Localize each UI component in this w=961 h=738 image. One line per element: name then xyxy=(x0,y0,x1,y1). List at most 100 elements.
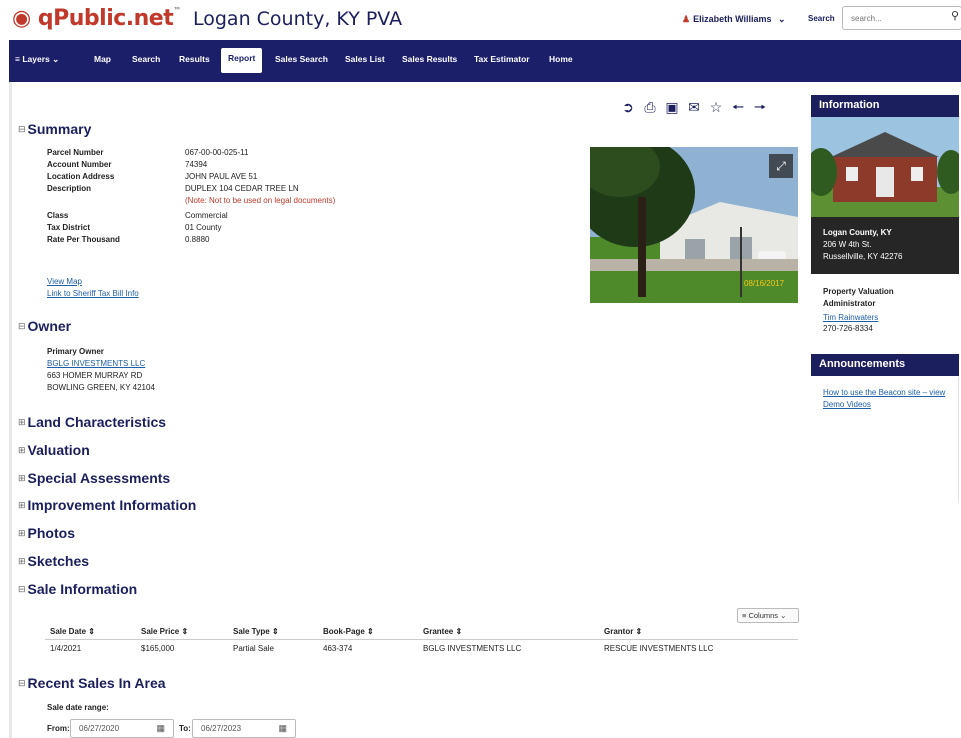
owner-address-line2: BOWLING GREEN, KY 42104 xyxy=(47,383,155,392)
calendar-icon[interactable]: ▦ xyxy=(156,723,165,734)
nav-sales-search[interactable]: Sales Search xyxy=(275,54,328,64)
field-label: Tax District xyxy=(47,223,90,232)
section-recent-sales[interactable]: ⊟ Recent Sales In Area xyxy=(18,675,166,691)
left-scroll-gutter xyxy=(9,82,12,738)
view-map-link[interactable]: View Map xyxy=(47,277,82,286)
sale-date-range-label: Sale date range: xyxy=(47,703,109,712)
parcel-number: 067-00-00-025-11 xyxy=(185,148,249,157)
contact-link[interactable]: Tim Rainwaters xyxy=(823,312,878,323)
office-city: Russellville, KY 42276 xyxy=(823,252,903,261)
col-header-grantee[interactable]: Grantee ⇕ xyxy=(423,627,462,636)
expand-section-icon: ⊞ xyxy=(18,500,26,510)
collapse-icon: ⊟ xyxy=(18,584,26,594)
field-label: Location Address xyxy=(47,172,115,181)
share-icon[interactable]: ➲ xyxy=(620,99,642,116)
email-icon[interactable]: ✉ xyxy=(686,99,708,116)
section-title: Valuation xyxy=(27,442,90,458)
col-header-sale-price[interactable]: Sale Price ⇕ xyxy=(141,627,188,636)
section-title: Photos xyxy=(27,525,75,541)
section-valuation[interactable]: ⊞ Valuation xyxy=(18,442,90,458)
expand-section-icon: ⊞ xyxy=(18,473,26,483)
sheriff-tax-link[interactable]: Link to Sheriff Tax Bill Info xyxy=(47,289,139,298)
star-icon[interactable]: ☆ xyxy=(708,99,730,116)
expand-icon[interactable]: ⤢ xyxy=(769,154,793,178)
owner-address-line1: 663 HOMER MURRAY RD xyxy=(47,371,143,380)
section-title: Special Assessments xyxy=(27,470,171,486)
nav-sales-results[interactable]: Sales Results xyxy=(402,54,457,64)
grantor: RESCUE INVESTMENTS LLC xyxy=(604,644,714,653)
print-icon[interactable]: ⎙ xyxy=(642,99,664,116)
office-address: Logan County, KY 206 W 4th St. Russellvi… xyxy=(811,217,959,274)
account-number: 74394 xyxy=(185,160,208,169)
office-county: Logan County, KY xyxy=(823,228,892,237)
section-title: Owner xyxy=(27,318,72,334)
section-sale-information[interactable]: ⊟ Sale Information xyxy=(18,581,137,597)
qpublic-logo[interactable]: ◉ qPublic.net™ xyxy=(12,6,181,31)
logo-text: qPublic.net xyxy=(37,6,174,31)
calendar-icon[interactable]: ▦ xyxy=(278,723,287,734)
section-title: Sale Information xyxy=(27,581,138,597)
user-menu[interactable]: ♟ Elizabeth Williams ⌄ xyxy=(682,14,786,25)
section-photos[interactable]: ⊞ Photos xyxy=(18,525,75,541)
header-search-label: Search xyxy=(808,14,835,23)
beacon-help-link[interactable]: How to use the Beacon site – view xyxy=(823,387,945,398)
section-title: Improvement Information xyxy=(27,497,197,513)
col-header-book-page[interactable]: Book-Page ⇕ xyxy=(323,627,374,636)
col-header-sale-date[interactable]: Sale Date ⇕ xyxy=(50,627,95,636)
from-date-input[interactable]: 06/27/2020 ▦ xyxy=(70,719,174,738)
collapse-icon: ⊟ xyxy=(18,321,26,331)
nav-search[interactable]: Search xyxy=(132,54,160,64)
sale-price: $165,000 xyxy=(141,644,175,653)
section-owner[interactable]: ⊟ Owner xyxy=(18,318,71,334)
section-summary[interactable]: ⊟ Summary xyxy=(18,121,91,137)
section-title: Land Characteristics xyxy=(27,414,167,430)
table-divider xyxy=(45,639,798,640)
to-date-value: 06/27/2023 xyxy=(201,724,242,733)
nav-tax-estimator[interactable]: Tax Estimator xyxy=(474,54,530,64)
nav-report[interactable]: Report xyxy=(221,48,263,73)
owner-name-link[interactable]: BGLG INVESTMENTS LLC xyxy=(47,359,145,368)
demo-videos-link[interactable]: Demo Videos xyxy=(823,399,871,410)
section-title: Summary xyxy=(27,121,92,137)
section-land-characteristics[interactable]: ⊞ Land Characteristics xyxy=(18,414,166,430)
section-title: Sketches xyxy=(27,553,90,569)
book-page: 463-374 xyxy=(323,644,353,653)
collapse-icon: ⊟ xyxy=(18,124,26,134)
field-label: Parcel Number xyxy=(47,148,104,157)
columns-button[interactable]: ≡ Columns ⌄ xyxy=(737,608,799,623)
header: ◉ qPublic.net™ Logan County, KY PVA ♟ Eli… xyxy=(0,0,961,40)
col-header-grantor[interactable]: Grantor ⇕ xyxy=(604,627,642,636)
main-nav: ≡ Layers ⌄ Map Search Results Report Sal… xyxy=(9,40,961,82)
arrow-right-icon[interactable]: 🠖 xyxy=(752,97,774,121)
section-special-assessments[interactable]: ⊞ Special Assessments xyxy=(18,470,170,486)
nav-map[interactable]: Map xyxy=(94,54,111,64)
report-toolbar: ➲ ⎙ ▣ ✉ ☆ 🠔 🠖 xyxy=(620,97,774,121)
nav-layers[interactable]: ≡ Layers ⌄ xyxy=(15,54,59,65)
user-name: Elizabeth Williams xyxy=(693,14,772,24)
expand-section-icon: ⊞ xyxy=(18,417,26,427)
field-label: Class xyxy=(47,211,69,220)
header-search-input[interactable] xyxy=(842,6,961,30)
to-date-input[interactable]: 06/27/2023 ▦ xyxy=(192,719,296,738)
expand-section-icon: ⊞ xyxy=(18,528,26,538)
contact-phone: 270-726-8334 xyxy=(823,324,873,333)
section-improvement-information[interactable]: ⊞ Improvement Information xyxy=(18,497,196,513)
sale-date: 1/4/2021 xyxy=(50,644,82,653)
section-title: Recent Sales In Area xyxy=(27,675,166,691)
search-icon[interactable]: ⚲ xyxy=(951,9,959,22)
rate-per-thousand: 0.8880 xyxy=(185,235,210,244)
nav-home[interactable]: Home xyxy=(549,54,573,64)
information-header: Information xyxy=(811,95,959,117)
location-address: JOHN PAUL AVE 51 xyxy=(185,172,258,181)
col-header-sale-type[interactable]: Sale Type ⇕ xyxy=(233,627,279,636)
chevron-down-icon: ⌄ xyxy=(778,14,786,24)
section-sketches[interactable]: ⊞ Sketches xyxy=(18,553,89,569)
description: DUPLEX 104 CEDAR TREE LN xyxy=(185,184,299,193)
image-icon[interactable]: ▣ xyxy=(664,99,686,116)
collapse-icon: ⊟ xyxy=(18,678,26,688)
field-label: Description xyxy=(47,184,92,193)
arrow-left-icon[interactable]: 🠔 xyxy=(730,97,752,121)
nav-results[interactable]: Results xyxy=(179,54,210,64)
to-label: To: xyxy=(179,724,191,733)
nav-sales-list[interactable]: Sales List xyxy=(345,54,385,64)
